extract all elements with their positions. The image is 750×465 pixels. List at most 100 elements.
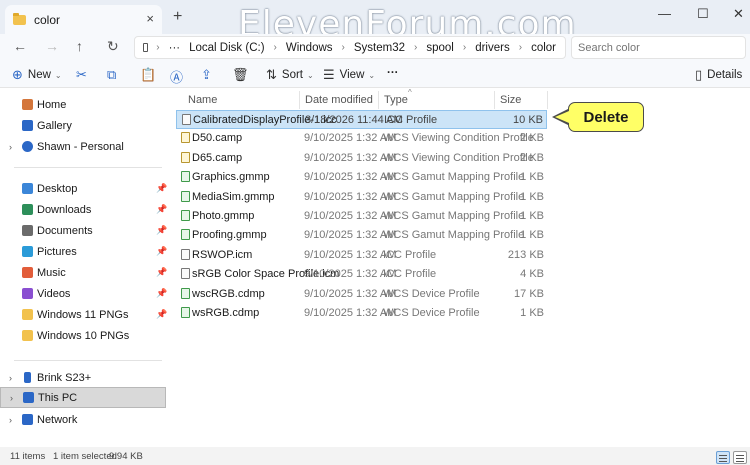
file-row[interactable]: CalibratedDisplayProfile-1.icc 3/18/2026 … xyxy=(176,110,547,129)
file-type: WCS Gamut Mapping Profile xyxy=(383,210,525,222)
pc-icon xyxy=(23,392,34,403)
breadcrumb-drivers[interactable]: drivers xyxy=(475,42,510,54)
copy-icon[interactable]: ⧉ xyxy=(107,67,116,83)
column-divider[interactable] xyxy=(494,91,495,109)
address-bar[interactable]: › ··· Local Disk (C:) › Windows › System… xyxy=(134,36,566,59)
breadcrumb-system32[interactable]: System32 xyxy=(354,42,405,54)
column-divider[interactable] xyxy=(547,91,548,109)
file-row[interactable]: Proofing.gmmp 9/10/2025 1:32 AM WCS Gamut … xyxy=(176,226,547,245)
tiles-view-icon[interactable] xyxy=(733,451,747,464)
folder-icon xyxy=(22,309,33,320)
file-size: 1 KB xyxy=(520,190,544,203)
nav-videos[interactable]: Videos 📌 xyxy=(0,283,167,304)
minimize-button[interactable]: — xyxy=(658,6,671,21)
file-type: WCS Gamut Mapping Profile xyxy=(383,171,525,184)
icc-file-icon xyxy=(182,114,191,125)
folder-icon xyxy=(22,330,33,341)
file-row[interactable]: wsRGB.cdmp 9/10/2025 1:32 AM WCS Device Pr… xyxy=(176,304,547,323)
pin-icon[interactable]: 📌 xyxy=(156,204,167,215)
nav-music[interactable]: Music 📌 xyxy=(0,262,167,283)
sort-caret-icon: ^ xyxy=(408,88,412,97)
refresh-button[interactable]: ↻ xyxy=(107,38,119,55)
more-options-button[interactable]: ··· xyxy=(387,67,399,79)
file-name: Proofing.gmmp xyxy=(192,229,267,242)
chevron-right-icon: › xyxy=(156,42,160,53)
pin-icon[interactable]: 📌 xyxy=(156,288,167,299)
file-row[interactable]: wscRGB.cdmp 9/10/2025 1:32 AM WCS Device P… xyxy=(176,285,547,304)
navigation-pane[interactable]: Home Gallery › Shawn - Personal Desktop … xyxy=(0,88,170,447)
column-divider[interactable] xyxy=(378,91,379,109)
nav-windows-11-pngs[interactable]: Windows 11 PNGs 📌 xyxy=(0,304,167,325)
breadcrumb-spool[interactable]: spool xyxy=(426,42,454,54)
file-row[interactable]: RSWOP.icm 9/10/2025 1:32 AM ICC Profile 213… xyxy=(176,246,547,265)
icc-file-icon xyxy=(181,248,190,260)
column-divider[interactable] xyxy=(299,91,300,109)
nav-pictures[interactable]: Pictures 📌 xyxy=(0,241,167,262)
cloud-icon xyxy=(22,141,33,152)
pin-icon[interactable]: 📌 xyxy=(156,183,167,194)
folder-icon xyxy=(13,12,26,25)
tab-color[interactable]: color × xyxy=(5,5,162,34)
sort-button[interactable]: ⇅ Sort ⌄ xyxy=(266,67,314,83)
column-header-type[interactable]: Type xyxy=(384,94,408,106)
file-row[interactable]: D50.camp 9/10/2025 1:32 AM WCS Viewing Con… xyxy=(176,129,547,148)
music-icon xyxy=(22,267,33,278)
nav-brink-s23[interactable]: › Brink S23+ xyxy=(0,367,166,388)
file-list[interactable]: ^ Name Date modified Type Size Calibrate… xyxy=(170,88,750,447)
nav-documents[interactable]: Documents 📌 xyxy=(0,220,167,241)
nav-windows-10-pngs[interactable]: Windows 10 PNGs xyxy=(0,325,166,346)
pin-icon[interactable]: 📌 xyxy=(156,309,167,320)
cut-icon[interactable]: ✂ xyxy=(76,67,87,83)
chevron-right-icon[interactable]: › xyxy=(9,142,12,152)
breadcrumb-windows[interactable]: Windows xyxy=(286,42,333,54)
nav-desktop[interactable]: Desktop 📌 xyxy=(0,178,167,199)
chevron-right-icon[interactable]: › xyxy=(10,393,13,403)
nav-shawn-personal[interactable]: › Shawn - Personal xyxy=(0,136,166,157)
file-row[interactable]: Graphics.gmmp 9/10/2025 1:32 AM WCS Gamut … xyxy=(176,168,547,187)
back-button[interactable]: ← xyxy=(13,38,27,54)
close-window-button[interactable]: ✕ xyxy=(733,6,744,22)
up-button[interactable]: ↑ xyxy=(76,38,83,54)
delete-icon[interactable]: 🗑 xyxy=(232,67,249,83)
details-view-icon[interactable] xyxy=(716,451,730,464)
search-input[interactable] xyxy=(571,36,746,59)
close-tab-icon[interactable]: × xyxy=(146,11,154,26)
nav-network[interactable]: › Network xyxy=(0,409,166,430)
details-button[interactable]: ▯ Details xyxy=(695,67,742,83)
column-header-date[interactable]: Date modified xyxy=(305,94,373,106)
chevron-right-icon: › xyxy=(414,42,418,53)
maximize-button[interactable]: ☐ xyxy=(697,6,709,22)
pin-icon[interactable]: 📌 xyxy=(156,267,167,278)
file-type: ICC Profile xyxy=(383,248,437,261)
forward-button[interactable]: → xyxy=(45,38,59,54)
breadcrumb-local-disk[interactable]: Local Disk (C:) xyxy=(189,42,264,54)
chevron-right-icon[interactable]: › xyxy=(9,415,12,425)
pin-icon[interactable]: 📌 xyxy=(156,225,167,236)
file-row[interactable]: D65.camp 9/10/2025 1:32 AM WCS Viewing Con… xyxy=(176,149,547,168)
file-name: D50.camp xyxy=(192,132,243,145)
status-item-count: 11 items xyxy=(10,451,46,462)
paste-icon[interactable]: 📋 xyxy=(140,67,156,83)
file-row[interactable]: sRGB Color Space Profile.icm 9/10/2025 1:… xyxy=(176,265,547,284)
nav-this-pc[interactable]: › This PC xyxy=(0,387,166,408)
cdmp-file-icon xyxy=(181,287,190,299)
rename-icon[interactable]: Ⓐ xyxy=(170,67,183,86)
chevron-down-icon: ⌄ xyxy=(54,70,62,80)
file-type: WCS Gamut Mapping Profile xyxy=(383,229,525,242)
breadcrumb-color[interactable]: color xyxy=(531,42,556,54)
file-row[interactable]: Photo.gmmp 9/10/2025 1:32 AM WCS Gamut Map… xyxy=(176,207,547,226)
column-header-size[interactable]: Size xyxy=(500,94,521,106)
chevron-right-icon[interactable]: › xyxy=(9,373,12,383)
view-button[interactable]: ☰ View ⌄ xyxy=(323,67,375,83)
new-tab-button[interactable]: + xyxy=(173,8,182,26)
column-header-name[interactable]: Name xyxy=(188,94,217,106)
file-row[interactable]: MediaSim.gmmp 9/10/2025 1:32 AM WCS Gamut … xyxy=(176,188,547,207)
nav-gallery[interactable]: Gallery xyxy=(0,115,166,136)
pin-icon[interactable]: 📌 xyxy=(156,246,167,257)
new-button[interactable]: ⊕ New ⌄ xyxy=(12,67,62,83)
nav-downloads[interactable]: Downloads 📌 xyxy=(0,199,167,220)
more-breadcrumbs-button[interactable]: ··· xyxy=(169,42,181,54)
nav-home[interactable]: Home xyxy=(0,94,166,115)
file-name: Graphics.gmmp xyxy=(192,171,270,184)
share-icon[interactable]: ⇪ xyxy=(201,67,212,83)
